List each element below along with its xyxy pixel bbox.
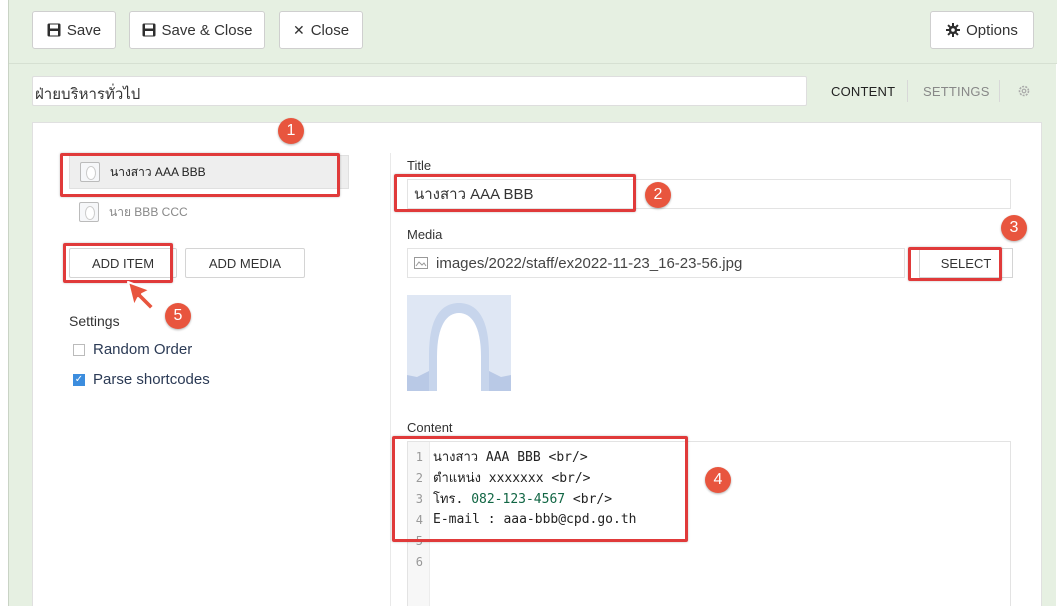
gear-icon [946, 23, 961, 37]
parse-shortcodes-checkbox[interactable]: ✓ [73, 373, 85, 386]
tab-content[interactable]: CONTENT [831, 84, 895, 99]
code-editor[interactable]: 1 นางสาว AAA BBB <br/> 2 ตำแหน่ง xxxxxxx… [407, 441, 1011, 606]
line-number: 4 [415, 512, 423, 527]
media-field-label: Media [407, 227, 443, 242]
parse-shortcodes-option[interactable]: ✓ Parse shortcodes [73, 371, 210, 388]
annotation-badge-2: 2 [645, 182, 671, 208]
list-item[interactable]: นาย BBB CCC [69, 195, 349, 229]
media-field[interactable]: images/2022/staff/ex2022-11-23_16-23-56.… [407, 248, 905, 278]
parse-shortcodes-label: Parse shortcodes [93, 371, 210, 388]
options-button[interactable]: Options [930, 11, 1034, 49]
save-button[interactable]: Save [32, 11, 116, 49]
settings-gear-icon[interactable] [1017, 84, 1031, 103]
annotation-badge-1: 1 [278, 118, 304, 144]
phone-number: 082-123-4567 [471, 492, 566, 507]
editor-line: 3 โทร. 082-123-4567 <br/> [408, 488, 612, 509]
editor-line: 2 ตำแหน่ง xxxxxxx <br/> [408, 467, 591, 488]
module-title-input[interactable]: ฝ่ายบริหารทั่วไป [32, 76, 807, 106]
cursor-arrow-icon [124, 278, 160, 319]
list-item-label: นาย BBB CCC [109, 204, 188, 219]
toolbar: Save Save & Close ✕ Close Options [9, 0, 1057, 64]
line-number: 3 [415, 491, 423, 506]
media-preview-image [407, 295, 511, 391]
random-order-option[interactable]: Random Order [73, 341, 192, 358]
line-text: โทร. 082-123-4567 <br/> [426, 488, 612, 509]
content-field-label: Content [407, 420, 453, 435]
settings-heading: Settings [69, 313, 120, 329]
editor-line: 5 [408, 530, 433, 551]
list-item-label: นางสาว AAA BBB [110, 164, 206, 179]
add-item-button[interactable]: ADD ITEM [69, 248, 177, 278]
line-text-pre: โทร. [433, 492, 472, 507]
save-label: Save [66, 21, 102, 39]
line-text: E-mail : aaa-bbb@cpd.go.th [433, 512, 637, 527]
editor-line: 6 [408, 551, 433, 572]
add-media-button[interactable]: ADD MEDIA [185, 248, 305, 278]
annotation-badge-3: 3 [1001, 215, 1027, 241]
line-text: ตำแหน่ง xxxxxxx <br/> [433, 471, 591, 486]
media-path: images/2022/staff/ex2022-11-23_16-23-56.… [436, 254, 743, 272]
close-icon: ✕ [292, 21, 305, 38]
annotation-badge-5: 5 [165, 303, 191, 329]
annotation-badge-4: 4 [705, 467, 731, 493]
editor-line: 4 E-mail : aaa-bbb@cpd.go.th [408, 509, 637, 530]
tab-settings[interactable]: SETTINGS [923, 84, 990, 99]
options-label: Options [966, 21, 1018, 39]
title-field[interactable]: นางสาว AAA BBB [407, 179, 1011, 209]
item-thumbnail-icon [80, 162, 100, 182]
editor-line: 1 นางสาว AAA BBB <br/> [408, 446, 588, 467]
image-icon [414, 257, 428, 269]
random-order-checkbox[interactable] [73, 343, 85, 356]
random-order-label: Random Order [93, 341, 193, 358]
tab-separator [999, 80, 1000, 102]
module-editor: Save Save & Close ✕ Close Options ฝ่ายบร… [8, 0, 1057, 606]
line-text-post: <br/> [565, 492, 613, 507]
select-media-button[interactable]: SELECT [919, 248, 1013, 278]
save-icon [47, 23, 61, 37]
line-number: 2 [415, 470, 423, 485]
title-field-label: Title [407, 158, 432, 173]
close-button[interactable]: ✕ Close [279, 11, 363, 49]
content-panel: นางสาว AAA BBB นาย BBB CCC ADD ITEM ADD … [32, 122, 1042, 606]
tab-separator [907, 80, 908, 102]
save-close-label: Save & Close [161, 21, 253, 39]
item-thumbnail-icon [79, 202, 99, 222]
save-icon [142, 23, 156, 37]
line-number: 6 [415, 554, 423, 569]
list-item-selected[interactable]: นางสาว AAA BBB [69, 155, 349, 189]
line-text: นางสาว AAA BBB <br/> [433, 450, 588, 465]
line-number: 5 [415, 533, 423, 548]
line-number: 1 [415, 449, 423, 464]
panel-divider [390, 153, 391, 606]
close-label: Close [310, 21, 350, 39]
save-close-button[interactable]: Save & Close [129, 11, 265, 49]
